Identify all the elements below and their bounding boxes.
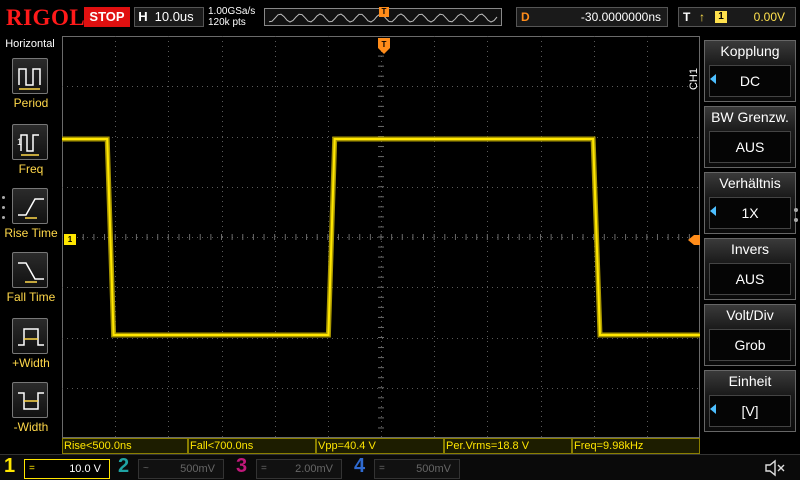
channel-4-number: 4 [354, 455, 366, 477]
channel-2-number: 2 [118, 455, 130, 477]
brand-logo: RIGOL [6, 5, 86, 30]
coupling-title: Kopplung [720, 43, 780, 59]
channel-status-bar: 1 = 10.0 V 2 ~ 500mV 3 = 2.00mV 4 = 500m… [0, 454, 800, 480]
channel-menu: Kopplung DC BW Grenzw. AUS Verhältnis 1X… [700, 36, 800, 454]
unit-softkey[interactable]: Einheit [V] [704, 370, 796, 432]
measure-pos-width-button[interactable]: +Width [0, 318, 62, 382]
fall-time-icon [12, 252, 48, 288]
freq-icon: 1 [12, 124, 48, 160]
right-menu-page-dot [794, 208, 798, 212]
memory-overview-bar[interactable]: T [264, 7, 502, 26]
sample-rate: 1.00GSa/s [208, 6, 256, 17]
channel-4-scale: 500mV [416, 463, 451, 475]
trigger-position-marker[interactable]: T [378, 38, 390, 54]
volt-div-value: Grob [709, 329, 791, 361]
horizontal-measure-menu: Horizontal Period 1 Freq Rise Time Fall … [0, 36, 62, 454]
memory-trigger-marker: T [379, 7, 389, 17]
invert-value: AUS [709, 263, 791, 295]
rise-time-icon [12, 188, 48, 224]
measurement-vrms[interactable]: Per.Vrms=18.8 V [444, 438, 572, 454]
channel-1-scale: 10.0 V [69, 463, 101, 475]
probe-ratio-value: 1X [709, 197, 791, 229]
measurement-vpp[interactable]: Vpp=40.4 V [316, 438, 444, 454]
invert-softkey[interactable]: Invers AUS [704, 238, 796, 300]
pos-width-icon [12, 318, 48, 354]
ac-coupling-icon: ~ [143, 463, 149, 474]
measure-pos-width-label: +Width [12, 356, 50, 370]
menu-arrow-icon [710, 404, 716, 414]
menu-arrow-icon [710, 206, 716, 216]
menu-arrow-icon [710, 74, 716, 84]
neg-width-icon [12, 382, 48, 418]
coupling-value: DC [709, 65, 791, 97]
delay-value: -30.0000000ns [580, 10, 661, 24]
rising-edge-icon: ↑ [699, 10, 705, 24]
measure-neg-width-label: -Width [13, 420, 49, 434]
measure-rise-time-label: Rise Time [4, 226, 58, 240]
channel-3-scale-box: = 2.00mV [256, 459, 342, 479]
bandwidth-limit-title: BW Grenzw. [711, 109, 789, 125]
channel-2-scale: 500mV [180, 463, 215, 475]
run-stop-indicator[interactable]: STOP [84, 7, 130, 27]
bandwidth-limit-value: AUS [709, 131, 791, 163]
channel-1-scale-box: = 10.0 V [24, 459, 110, 479]
acquisition-info: 1.00GSa/s 120k pts [208, 6, 255, 28]
measurement-bar: Rise<500.0ns Fall<700.0ns Vpp=40.4 V Per… [62, 438, 700, 454]
measure-period-label: Period [13, 96, 49, 110]
trigger-level: 0.00V [753, 10, 785, 24]
channel-1-number: 1 [4, 455, 16, 477]
timebase-label: H [138, 9, 148, 24]
timebase-indicator[interactable]: H 10.0us [134, 7, 204, 27]
measure-freq-button[interactable]: 1 Freq [0, 124, 62, 188]
trigger-label: T [683, 10, 691, 24]
bandwidth-limit-softkey[interactable]: BW Grenzw. AUS [704, 106, 796, 168]
measurement-rise[interactable]: Rise<500.0ns [62, 438, 188, 454]
volt-div-title: Volt/Div [726, 307, 774, 323]
dc-coupling-icon: = [379, 463, 385, 474]
svg-text:1: 1 [17, 137, 22, 147]
coupling-softkey[interactable]: Kopplung DC [704, 40, 796, 102]
dc-coupling-icon: = [261, 463, 267, 474]
measurement-freq[interactable]: Freq=9.98kHz [572, 438, 700, 454]
channel-4-scale-box: = 500mV [374, 459, 460, 479]
trigger-indicator[interactable]: T ↑ 1 0.00V [678, 7, 796, 27]
trigger-level-marker[interactable] [688, 235, 700, 245]
channel-3-number: 3 [236, 455, 248, 477]
measurement-fall[interactable]: Fall<700.0ns [188, 438, 316, 454]
delay-indicator[interactable]: D -30.0000000ns [516, 7, 668, 27]
right-menu-page-dot [794, 218, 798, 222]
measure-fall-time-button[interactable]: Fall Time [0, 252, 62, 316]
volt-div-softkey[interactable]: Volt/Div Grob [704, 304, 796, 366]
measure-freq-label: Freq [18, 162, 44, 176]
channel-3-scale: 2.00mV [295, 463, 333, 475]
period-icon [12, 58, 48, 94]
trigger-source: 1 [715, 11, 727, 23]
measure-period-button[interactable]: Period [0, 58, 62, 122]
delay-label: D [521, 10, 530, 24]
unit-value: [V] [709, 395, 791, 427]
probe-ratio-softkey[interactable]: Verhältnis 1X [704, 172, 796, 234]
unit-title: Einheit [728, 373, 772, 389]
ch1-offset-marker[interactable]: 1 [64, 234, 76, 245]
waveform-grid [62, 36, 700, 438]
measure-fall-time-label: Fall Time [6, 290, 56, 304]
speaker-muted-icon[interactable] [764, 459, 788, 477]
channel-2-scale-box: ~ 500mV [138, 459, 224, 479]
memory-depth: 120k pts [208, 17, 246, 28]
dc-coupling-icon: = [29, 463, 35, 474]
top-status-bar: RIGOL STOP H 10.0us 1.00GSa/s 120k pts T… [0, 0, 800, 36]
probe-ratio-title: Verhältnis [719, 175, 781, 191]
measure-rise-time-button[interactable]: Rise Time [0, 188, 62, 252]
invert-title: Invers [730, 241, 770, 257]
waveform-display[interactable] [62, 36, 700, 438]
left-menu-title: Horizontal [5, 38, 55, 50]
timebase-value: 10.0us [154, 9, 194, 24]
trigger-position-label: T [382, 40, 387, 49]
measure-neg-width-button[interactable]: -Width [0, 382, 62, 446]
